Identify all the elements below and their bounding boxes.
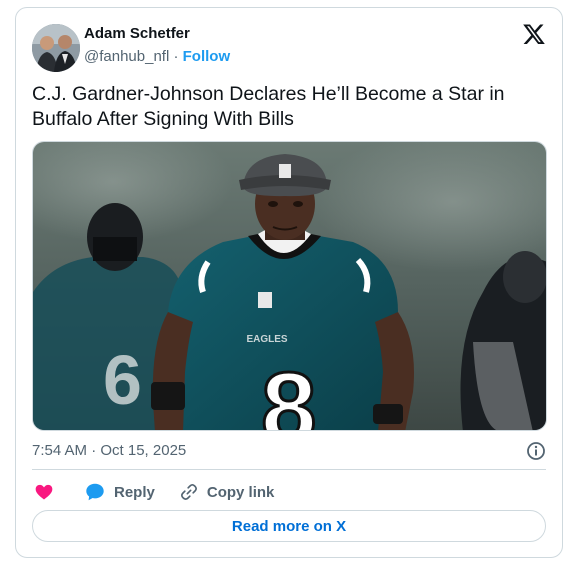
info-icon[interactable] xyxy=(526,441,546,461)
tweet-card: Adam Schetfer @fanhub_nfl · Follow C.J. … xyxy=(15,7,563,558)
link-icon xyxy=(180,484,197,500)
copy-link-label: Copy link xyxy=(206,483,275,501)
divider xyxy=(32,469,546,470)
jersey-number: 8 xyxy=(261,352,317,431)
x-logo-icon[interactable] xyxy=(522,22,546,46)
like-button[interactable] xyxy=(34,482,54,502)
tweet-timestamp[interactable]: 7:54 AM · Oct 15, 2025 xyxy=(32,442,186,459)
player-photo: 6 EAGLES 8 xyxy=(33,142,546,431)
tweet-actions: Reply Copy link xyxy=(32,481,274,503)
author-name[interactable]: Adam Schetfer xyxy=(84,25,190,42)
jersey-team-text: EAGLES xyxy=(246,334,287,345)
follow-button[interactable]: Follow xyxy=(183,48,231,65)
reply-label: Reply xyxy=(114,483,155,501)
heart-icon xyxy=(35,484,53,500)
tweet-photo[interactable]: 6 EAGLES 8 xyxy=(32,141,547,431)
avatar-image xyxy=(32,24,80,72)
background-jersey-number: 6 xyxy=(103,341,142,419)
copy-link-button[interactable]: Copy link xyxy=(179,482,275,502)
tweet-text: C.J. Gardner-Johnson Declares He’ll Beco… xyxy=(32,83,505,130)
author-handle-row: @fanhub_nfl · Follow xyxy=(84,48,230,65)
dot-separator: · xyxy=(173,48,179,65)
reply-button[interactable]: Reply xyxy=(84,481,155,503)
read-more-button[interactable]: Read more on X xyxy=(32,510,546,542)
avatar[interactable] xyxy=(32,24,80,72)
author-handle[interactable]: @fanhub_nfl xyxy=(84,48,169,65)
reply-bubble-icon xyxy=(86,483,104,501)
